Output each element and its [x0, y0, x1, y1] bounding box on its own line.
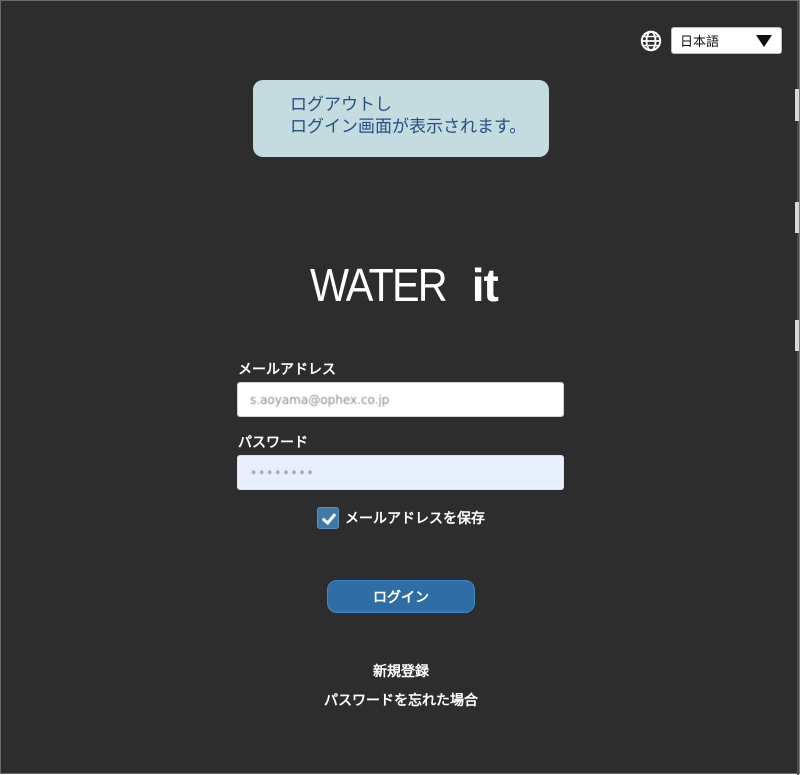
language-selected-value: 日本語	[680, 35, 720, 50]
edge-marker	[795, 89, 799, 121]
tooltip-line-2: ログイン画面が表示されます。	[290, 117, 527, 137]
edge-marker	[795, 320, 799, 351]
remember-email-checkbox[interactable]	[317, 507, 339, 529]
logo-word-it: it	[471, 259, 499, 311]
edge-marker	[795, 202, 799, 233]
tooltip-message: ログアウトし ログイン画面が表示されます。	[253, 80, 549, 157]
water-it-logo: WATER it	[310, 258, 499, 312]
language-picker: 日本語	[639, 26, 782, 55]
remember-email-option[interactable]: メールアドレスを保存	[317, 506, 485, 530]
email-value: s.aoyama@ophex.co.jp	[250, 392, 390, 407]
password-value: ••••••••	[250, 465, 315, 480]
login-screen: 日本語 ログアウトし ログイン画面が表示されます。 WATER it メールアド…	[0, 0, 800, 775]
login-button[interactable]: ログイン	[327, 580, 475, 613]
language-select[interactable]: 日本語	[671, 27, 782, 54]
register-link[interactable]: 新規登録	[1, 663, 800, 681]
logo-word-water: WATER	[310, 259, 448, 311]
globe-icon	[640, 30, 662, 51]
email-label: メールアドレス	[238, 362, 336, 378]
dropdown-arrow-icon	[756, 34, 772, 47]
forgot-password-link[interactable]: パスワードを忘れた場合	[1, 692, 800, 710]
password-label: パスワード	[238, 435, 308, 451]
remember-email-label: メールアドレスを保存	[345, 511, 485, 527]
tooltip-line-1: ログアウトし	[290, 95, 392, 115]
password-field[interactable]: ••••••••	[237, 455, 564, 490]
email-field[interactable]: s.aoyama@ophex.co.jp	[237, 382, 564, 417]
